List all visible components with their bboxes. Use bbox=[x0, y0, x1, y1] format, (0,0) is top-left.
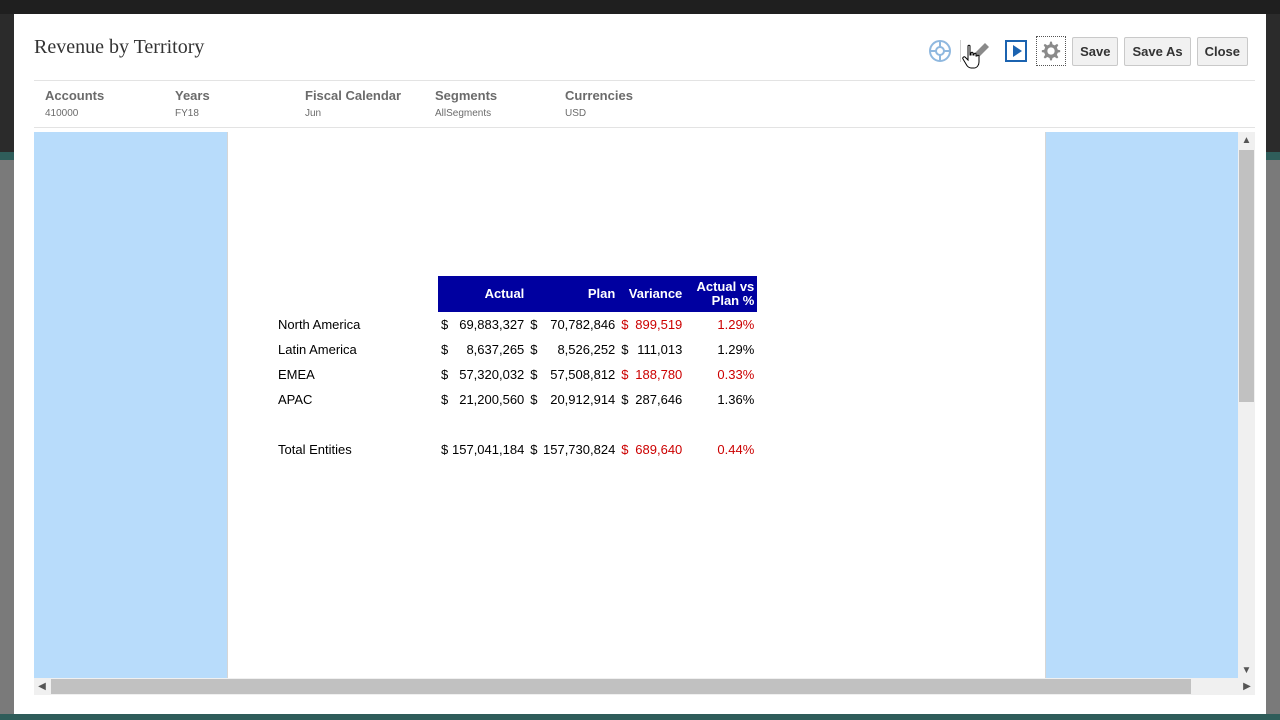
variance-value: 188,780 bbox=[635, 367, 683, 382]
scroll-left-icon[interactable]: ◀ bbox=[34, 678, 50, 695]
pov-value: FY18 bbox=[175, 108, 199, 119]
table-row: Latin America $ 8,637,265 $ 8,526,252 $ … bbox=[275, 337, 757, 362]
vertical-scroll-thumb[interactable] bbox=[1239, 150, 1254, 402]
actual-value: 69,883,327 bbox=[459, 317, 525, 332]
currency-symbol: $ bbox=[621, 342, 629, 357]
pov-bar: Accounts 410000 Years FY18 Fiscal Calend… bbox=[34, 80, 1255, 128]
variance-value: 899,519 bbox=[635, 317, 683, 332]
actual-value: 157,041,184 bbox=[452, 442, 525, 457]
variance-value: 689,640 bbox=[635, 442, 683, 457]
header-row: Actual Plan Variance Actual vs Plan % bbox=[275, 276, 758, 312]
header-pct-line2: Plan % bbox=[711, 293, 755, 308]
actual-value: 57,320,032 bbox=[459, 367, 525, 382]
table-row: EMEA $ 57,320,032 $ 57,508,812 $ 188,780… bbox=[275, 362, 757, 387]
plan-value: 57,508,812 bbox=[550, 367, 616, 382]
horizontal-scrollbar[interactable]: ◀ ▶ bbox=[34, 678, 1255, 695]
currency-symbol: $ bbox=[441, 442, 449, 457]
pct-value: 0.33% bbox=[717, 367, 755, 382]
pov-label[interactable]: Accounts bbox=[45, 88, 175, 103]
row-label: Latin America bbox=[278, 342, 357, 357]
gear-icon[interactable] bbox=[1036, 36, 1067, 66]
header-variance: Variance bbox=[618, 276, 686, 312]
pov-accounts[interactable]: Accounts 410000 bbox=[45, 88, 175, 119]
chart-wheel-icon[interactable] bbox=[925, 36, 955, 66]
plan-value: 8,526,252 bbox=[557, 342, 616, 357]
save-as-button[interactable]: Save As bbox=[1124, 36, 1191, 66]
header-pct-line1: Actual vs bbox=[696, 279, 755, 294]
scroll-down-icon[interactable]: ▼ bbox=[1238, 662, 1255, 678]
currency-symbol: $ bbox=[441, 392, 449, 407]
spacer-cell bbox=[275, 412, 757, 437]
variance-value: 111,013 bbox=[637, 342, 683, 357]
close-button[interactable]: Close bbox=[1196, 36, 1248, 66]
backdrop bbox=[1266, 152, 1280, 160]
currency-symbol: $ bbox=[530, 317, 538, 332]
pov-label[interactable]: Years bbox=[175, 88, 305, 103]
scroll-right-icon[interactable]: ▶ bbox=[1239, 678, 1255, 695]
currency-symbol: $ bbox=[621, 442, 629, 457]
pov-value: AllSegments bbox=[435, 108, 492, 119]
currency-symbol: $ bbox=[441, 367, 449, 382]
currency-symbol: $ bbox=[530, 442, 538, 457]
horizontal-scroll-thumb[interactable] bbox=[51, 679, 1191, 694]
table-row: North America $ 69,883,327 $ 70,782,846 … bbox=[275, 312, 757, 337]
report-dialog: Revenue by Territory Save Save As Close … bbox=[14, 14, 1266, 714]
pov-label[interactable]: Currencies bbox=[565, 88, 695, 103]
backdrop bbox=[0, 14, 14, 152]
spacer-row bbox=[275, 412, 757, 437]
table-row: APAC $ 21,200,560 $ 20,912,914 $ 287,646… bbox=[275, 387, 757, 412]
row-label: EMEA bbox=[278, 367, 315, 382]
header-blank bbox=[275, 276, 438, 312]
toolbar-separator bbox=[960, 40, 962, 62]
pov-fiscal-calendar[interactable]: Fiscal Calendar Jun bbox=[305, 88, 435, 119]
plan-value: 20,912,914 bbox=[550, 392, 616, 407]
pct-value: 1.29% bbox=[717, 317, 755, 332]
scroll-up-icon[interactable]: ▲ bbox=[1238, 132, 1255, 148]
dialog-title: Revenue by Territory bbox=[34, 36, 205, 58]
currency-symbol: $ bbox=[530, 392, 538, 407]
variance-value: 287,646 bbox=[635, 392, 683, 407]
pct-value: 1.29% bbox=[717, 342, 755, 357]
row-label: Total Entities bbox=[278, 442, 352, 457]
pov-value: Jun bbox=[305, 108, 322, 119]
currency-symbol: $ bbox=[530, 367, 538, 382]
report-table: Actual Plan Variance Actual vs Plan % No… bbox=[275, 276, 758, 462]
header-actual-vs-plan: Actual vs Plan % bbox=[685, 276, 758, 312]
plan-value: 70,782,846 bbox=[550, 317, 616, 332]
play-icon[interactable] bbox=[1001, 36, 1031, 66]
report-page: Actual Plan Variance Actual vs Plan % No… bbox=[227, 132, 1046, 678]
backdrop bbox=[1266, 14, 1280, 152]
header-actual: Actual bbox=[438, 276, 528, 312]
row-label: APAC bbox=[278, 392, 313, 407]
pov-value: 410000 bbox=[45, 108, 79, 119]
pencil-icon[interactable] bbox=[966, 36, 996, 66]
actual-value: 21,200,560 bbox=[459, 392, 525, 407]
actual-value: 8,637,265 bbox=[466, 342, 525, 357]
pct-value: 0.44% bbox=[717, 442, 755, 457]
vertical-scrollbar[interactable]: ▲ ▼ bbox=[1238, 132, 1255, 678]
pov-label[interactable]: Fiscal Calendar bbox=[305, 88, 435, 103]
pov-years[interactable]: Years FY18 bbox=[175, 88, 305, 119]
backdrop bbox=[0, 0, 1280, 14]
total-row: Total Entities $ 157,041,184 $ 157,730,8… bbox=[275, 437, 757, 462]
row-label: North America bbox=[278, 317, 361, 332]
backdrop bbox=[0, 714, 1280, 720]
report-viewport[interactable]: Actual Plan Variance Actual vs Plan % No… bbox=[34, 132, 1238, 678]
currency-symbol: $ bbox=[441, 317, 449, 332]
pov-label[interactable]: Segments bbox=[435, 88, 565, 103]
currency-symbol: $ bbox=[621, 317, 629, 332]
toolbar: Save Save As Close bbox=[920, 36, 1248, 66]
currency-symbol: $ bbox=[621, 392, 629, 407]
pov-segments[interactable]: Segments AllSegments bbox=[435, 88, 565, 119]
pct-value: 1.36% bbox=[717, 392, 755, 407]
currency-symbol: $ bbox=[530, 342, 538, 357]
backdrop bbox=[0, 152, 14, 160]
currency-symbol: $ bbox=[441, 342, 449, 357]
pov-value: USD bbox=[565, 108, 587, 119]
plan-value: 157,730,824 bbox=[543, 442, 616, 457]
save-button[interactable]: Save bbox=[1072, 36, 1119, 66]
header-plan: Plan bbox=[527, 276, 619, 312]
currency-symbol: $ bbox=[621, 367, 629, 382]
pov-currencies[interactable]: Currencies USD bbox=[565, 88, 695, 119]
